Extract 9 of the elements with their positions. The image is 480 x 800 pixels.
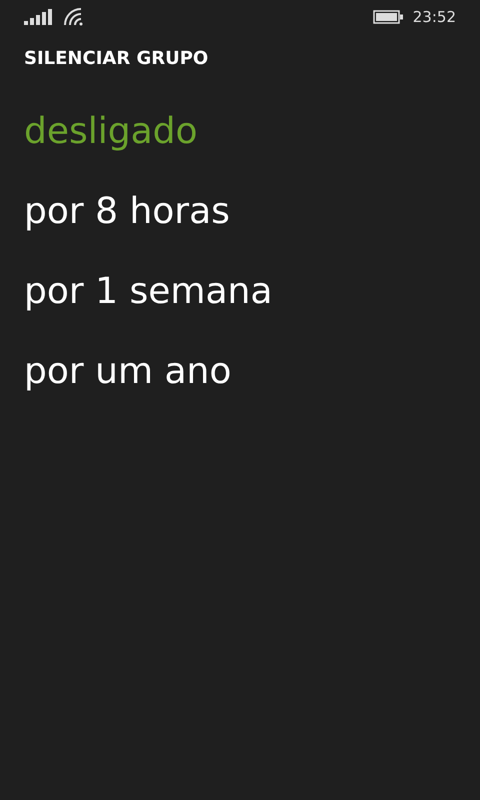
option-item[interactable]: desligado [24,110,198,190]
status-time: 23:52 [412,6,456,28]
signal-icon [24,9,52,25]
page-title: SILENCIAR GRUPO [23,47,210,71]
wifi-icon [64,8,84,26]
battery-icon [372,10,403,24]
option-item[interactable]: por 1 semana [24,270,272,350]
option-item[interactable]: por 8 horas [24,190,230,270]
option-item[interactable]: por um ano [24,350,232,430]
